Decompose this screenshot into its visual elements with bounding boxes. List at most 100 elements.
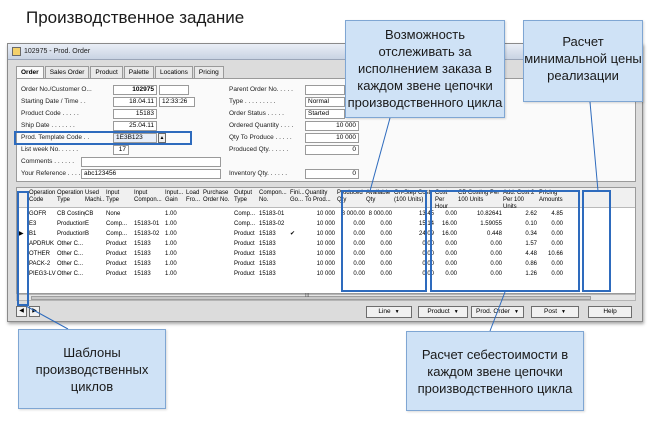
prod-order-button[interactable]: Prod. Order ▼ (471, 306, 524, 318)
grid-cell[interactable]: 10 000 (305, 249, 335, 259)
grid-cell[interactable]: 10 000 (305, 209, 335, 219)
grid-cell[interactable]: ✔ (290, 229, 304, 239)
grid-column-header[interactable]: Compon... No. (259, 188, 289, 204)
grid-cell[interactable]: APDRUK (29, 239, 57, 249)
grid-cell[interactable]: 10 000 (305, 219, 335, 229)
grid-cell[interactable]: 15183 (259, 239, 289, 249)
grid-cell[interactable]: B1 (29, 229, 57, 239)
grid-cell[interactable]: PACK-2 (29, 259, 57, 269)
horizontal-scrollbar[interactable]: III (16, 293, 636, 301)
grid-cell[interactable]: OTHER (29, 249, 57, 259)
grid-cell[interactable]: Product (234, 229, 258, 239)
grid-column-header[interactable]: Input Type (106, 188, 132, 204)
grid-cell[interactable]: Product (106, 259, 132, 269)
grid-cell[interactable]: Product (234, 259, 258, 269)
your-reference-field[interactable]: abc123456 (81, 169, 221, 179)
grid-cell[interactable]: Other C... (57, 239, 85, 249)
grid-cell[interactable]: 15183 (134, 259, 164, 269)
list-week-field[interactable]: 17 (113, 145, 129, 155)
grid-cell[interactable]: 15183 (259, 249, 289, 259)
grid-cell[interactable]: Comp... (234, 209, 258, 219)
grid-cell[interactable]: Product (106, 239, 132, 249)
grid-cell[interactable]: B (85, 229, 105, 239)
grid-cell[interactable]: 1.00 (165, 259, 185, 269)
qty-to-produce-field[interactable]: 10 000 (305, 133, 359, 143)
grid-cell[interactable]: Other C... (57, 269, 85, 279)
ordered-quantity-field[interactable]: 10 000 (305, 121, 359, 131)
grid-cell[interactable]: 15183 (134, 239, 164, 249)
parent-order-field[interactable] (305, 85, 345, 95)
grid-cell[interactable]: 15183-02 (259, 219, 289, 229)
tab-pricing[interactable]: Pricing (193, 66, 224, 78)
grid-cell[interactable]: Product (234, 269, 258, 279)
grid-cell[interactable]: Production (57, 229, 85, 239)
grid-cell[interactable]: Product (106, 269, 132, 279)
prev-arrow-icon[interactable]: ◀ (16, 306, 27, 317)
grid-column-header[interactable]: Used Machi... (85, 188, 105, 204)
grid-cell[interactable]: 15183 (259, 259, 289, 269)
grid-cell[interactable]: CB (85, 209, 105, 219)
grid-column-header[interactable]: Purchase Order No. (203, 188, 233, 204)
grid-column-header[interactable]: Input... Gain (165, 188, 185, 204)
grid-cell[interactable]: Other C... (57, 259, 85, 269)
grid-cell[interactable]: 15183 (134, 249, 164, 259)
tab-palette[interactable]: Palette (123, 66, 155, 78)
grid-cell[interactable]: 15183 (259, 269, 289, 279)
tab-product[interactable]: Product (90, 66, 123, 78)
inventory-qty-field[interactable]: 0 (305, 169, 359, 179)
comments-field[interactable] (81, 157, 221, 167)
grid-cell[interactable]: 1.00 (165, 229, 185, 239)
starting-date-field[interactable]: 18.04.11 (113, 97, 157, 107)
grid-column-header[interactable]: Quantity To Prod... (305, 188, 335, 204)
grid-cell[interactable]: E (85, 219, 105, 229)
next-arrow-icon[interactable]: ▶ (29, 306, 40, 317)
grid-cell[interactable]: Comp... (106, 229, 132, 239)
grid-cell[interactable]: Comp... (234, 219, 258, 229)
grid-column-header[interactable]: Input Compon... (134, 188, 164, 204)
tab-order[interactable]: Order (16, 66, 44, 78)
grid-cell[interactable]: 15183-02 (134, 229, 164, 239)
grid-cell[interactable]: 1.00 (165, 209, 185, 219)
grid-column-header[interactable]: Operation Code (29, 188, 57, 204)
grid-cell[interactable]: 1.00 (165, 219, 185, 229)
post-button[interactable]: Post ▼ (531, 306, 579, 318)
grid-cell[interactable]: 15183 (259, 229, 289, 239)
produced-qty-field[interactable]: 0 (305, 145, 359, 155)
grid-cell[interactable]: Production (57, 219, 85, 229)
help-button[interactable]: Help (588, 306, 632, 318)
grid-cell[interactable]: E3 (29, 219, 57, 229)
grid-cell[interactable]: GOFR (29, 209, 57, 219)
grid-cell[interactable]: 10 000 (305, 269, 335, 279)
tab-sales-order[interactable]: Sales Order (44, 66, 90, 78)
grid-cell[interactable]: CB Costing (57, 209, 85, 219)
grid-cell[interactable]: 1.00 (165, 269, 185, 279)
customer-order-field[interactable] (159, 85, 189, 95)
grid-cell[interactable]: Product (234, 249, 258, 259)
grid-cell[interactable]: 15183-01 (259, 209, 289, 219)
product-code-field[interactable]: 15183 (113, 109, 157, 119)
grid-cell[interactable]: Other C... (57, 249, 85, 259)
grid-column-header[interactable]: Output Type (234, 188, 258, 204)
grid-cell[interactable]: 15183 (134, 269, 164, 279)
ship-date-field[interactable]: 25.04.11 (113, 121, 157, 131)
starting-time-field[interactable]: 12:33:26 (159, 97, 195, 107)
grid-cell[interactable]: Comp... (106, 219, 132, 229)
product-button[interactable]: Product ▼ (418, 306, 468, 318)
grid-cell[interactable]: PIEG3-LV (29, 269, 57, 279)
grid-cell[interactable]: 10 000 (305, 239, 335, 249)
grid-cell[interactable]: Product (234, 239, 258, 249)
grid-cell[interactable]: 10 000 (305, 259, 335, 269)
grid-cell[interactable]: Product (106, 249, 132, 259)
grid-column-header[interactable]: Fini... Go... (290, 188, 304, 204)
grid-column-header[interactable]: Load Fro... (186, 188, 202, 204)
grid-cell[interactable]: None (106, 209, 132, 219)
grid-column-header[interactable]: Operation Type (57, 188, 85, 204)
order-no-field[interactable]: 102975 (113, 85, 157, 95)
line-button[interactable]: Line ▼ (366, 306, 412, 318)
type-select[interactable]: Normal (305, 97, 345, 107)
order-status-field[interactable]: Started (305, 109, 345, 119)
grid-cell[interactable]: 10 000 (305, 229, 335, 239)
tab-locations[interactable]: Locations (155, 66, 193, 78)
scrollbar-thumb[interactable] (31, 296, 591, 300)
grid-cell[interactable]: 15183-01 (134, 219, 164, 229)
